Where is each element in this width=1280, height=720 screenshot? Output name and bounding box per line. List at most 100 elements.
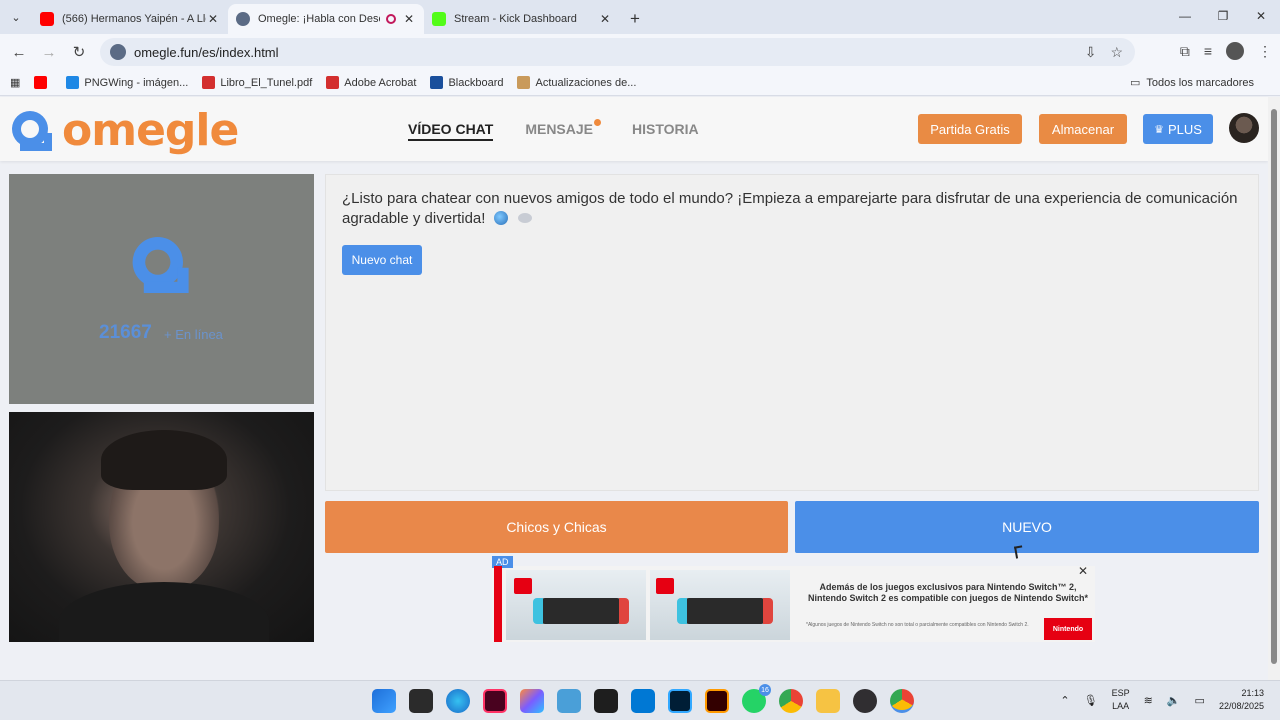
whatsapp-icon[interactable]: 16 bbox=[742, 684, 771, 713]
notification-dot bbox=[594, 119, 601, 126]
install-icon[interactable]: ⇩ bbox=[1085, 44, 1097, 61]
star-icon[interactable]: ☆ bbox=[1110, 44, 1123, 61]
close-icon[interactable]: ✕ bbox=[206, 12, 220, 26]
bookmark-label: Actualizaciones de... bbox=[535, 76, 637, 89]
omegle-logo[interactable]: omegle bbox=[8, 105, 239, 156]
site-info-icon[interactable] bbox=[110, 44, 126, 60]
all-bookmarks[interactable]: ▭ Todos los marcadores bbox=[1129, 76, 1254, 90]
globe-emoji-icon bbox=[493, 211, 508, 225]
bookmark-label: Libro_El_Tunel.pdf bbox=[220, 76, 313, 89]
bookmark-youtube[interactable] bbox=[34, 76, 52, 89]
main-nav: VÍDEO CHAT MENSAJE HISTORIA bbox=[408, 119, 699, 141]
omegle-logo-icon bbox=[12, 110, 52, 151]
task-view-icon[interactable] bbox=[409, 689, 433, 713]
acrobat-icon bbox=[326, 76, 340, 89]
nintendo-logo: Nintendo bbox=[1044, 618, 1092, 640]
bookmark-item[interactable]: Actualizaciones de... bbox=[517, 76, 636, 89]
microphone-icon[interactable]: 🎙 bbox=[1084, 694, 1098, 707]
pngwing-icon bbox=[66, 76, 80, 89]
switch-badge-icon bbox=[514, 578, 532, 594]
tab-omegle[interactable]: Omegle: ¡Habla con Descor ✕ bbox=[228, 4, 424, 34]
next-button[interactable]: NUEVO bbox=[795, 501, 1259, 553]
clock[interactable]: 21:13 22/08/2025 bbox=[1219, 687, 1264, 713]
ad-fineprint: *Algunos juegos de Nintendo Switch no so… bbox=[806, 622, 1029, 628]
restore-icon[interactable]: ❐ bbox=[1204, 0, 1242, 32]
wifi-icon[interactable]: ≋ bbox=[1144, 694, 1153, 707]
photoshop-icon[interactable] bbox=[668, 689, 692, 713]
figma-icon[interactable] bbox=[594, 689, 618, 713]
nav-message[interactable]: MENSAJE bbox=[525, 119, 601, 141]
free-game-button[interactable]: Partida Gratis bbox=[918, 114, 1022, 144]
obs-icon[interactable] bbox=[853, 689, 877, 713]
tab-title: Omegle: ¡Habla con Descor bbox=[258, 13, 380, 25]
close-icon[interactable]: ✕ bbox=[598, 12, 612, 26]
speech-bubble-icon bbox=[517, 213, 532, 223]
tab-youtube[interactable]: (566) Hermanos Yaipén - A Llor ✕ bbox=[32, 4, 228, 34]
gender-filter-button[interactable]: Chicos y Chicas bbox=[325, 501, 788, 553]
intro-text: ¿Listo para chatear con nuevos amigos de… bbox=[342, 190, 1238, 227]
taskbar: 16 ⌃ 🎙 ESP LAA ≋ 🔈 ▭ 21:13 22/08/2025 bbox=[0, 680, 1280, 720]
volume-icon[interactable]: 🔈 bbox=[1167, 694, 1181, 707]
back-icon[interactable]: ← bbox=[4, 44, 34, 61]
new-chat-button[interactable]: Nuevo chat bbox=[342, 245, 422, 275]
nav-history[interactable]: HISTORIA bbox=[632, 121, 699, 141]
folder-icon: ▭ bbox=[1129, 77, 1141, 89]
reload-icon[interactable]: ↻ bbox=[64, 43, 94, 61]
address-bar[interactable]: omegle.fun/es/index.html ⇩ ☆ bbox=[100, 38, 1135, 66]
minimize-icon[interactable]: — bbox=[1166, 0, 1204, 32]
plus-button[interactable]: ♛ PLUS bbox=[1143, 114, 1213, 144]
tab-kick[interactable]: Stream - Kick Dashboard ✕ bbox=[424, 4, 620, 34]
edge-icon[interactable] bbox=[446, 689, 470, 713]
tab-search-button[interactable]: ⌄ bbox=[0, 0, 32, 34]
nav-video-chat[interactable]: VÍDEO CHAT bbox=[408, 121, 494, 141]
media-icon[interactable]: ≡ bbox=[1204, 43, 1212, 59]
chrome-profile-icon[interactable] bbox=[890, 689, 914, 713]
youtube-icon bbox=[40, 12, 54, 26]
forward-icon[interactable]: → bbox=[34, 44, 64, 61]
battery-icon[interactable]: ▭ bbox=[1195, 694, 1205, 707]
lang-code: ESP bbox=[1111, 688, 1130, 698]
omegle-placeholder-icon bbox=[132, 237, 189, 293]
chat-log: ¿Listo para chatear con nuevos amigos de… bbox=[325, 174, 1259, 491]
chrome-icon[interactable] bbox=[779, 689, 803, 713]
input-language[interactable]: ESP LAA bbox=[1112, 687, 1130, 713]
bookmark-item[interactable]: PNGWing - imágen... bbox=[66, 76, 188, 89]
blackboard-icon bbox=[430, 76, 444, 89]
logo-text: omegle bbox=[62, 105, 239, 156]
pdf-icon bbox=[202, 76, 216, 89]
ad-image-2 bbox=[650, 570, 790, 640]
switch-badge-icon bbox=[656, 578, 674, 594]
page-scrollbar[interactable] bbox=[1268, 97, 1280, 680]
globe-icon bbox=[236, 12, 250, 26]
user-avatar[interactable] bbox=[1229, 113, 1259, 143]
illustrator-icon[interactable] bbox=[705, 689, 729, 713]
indesign-icon[interactable] bbox=[483, 689, 507, 713]
new-tab-button[interactable]: + bbox=[620, 4, 650, 34]
file-explorer-icon[interactable] bbox=[816, 689, 840, 713]
close-window-icon[interactable]: ✕ bbox=[1242, 0, 1280, 32]
menu-icon[interactable]: ⋮ bbox=[1258, 43, 1272, 60]
all-bookmarks-label: Todos los marcadores bbox=[1146, 76, 1254, 89]
close-icon[interactable]: ✕ bbox=[402, 12, 416, 26]
profile-avatar[interactable] bbox=[1226, 42, 1244, 60]
windows-start-icon[interactable] bbox=[372, 689, 396, 713]
tab-strip: ⌄ (566) Hermanos Yaipén - A Llor ✕ Omegl… bbox=[0, 0, 1280, 34]
bookmark-item[interactable]: Adobe Acrobat bbox=[326, 76, 416, 89]
intro-message: ¿Listo para chatear con nuevos amigos de… bbox=[342, 189, 1242, 229]
store-button[interactable]: Almacenar bbox=[1039, 114, 1127, 144]
browser-toolbar: ← → ↻ omegle.fun/es/index.html ⇩ ☆ ⧉ ≡ ⋮ bbox=[0, 34, 1280, 70]
apps-icon[interactable]: ▦ bbox=[10, 76, 20, 89]
webcam-body bbox=[59, 582, 269, 642]
ad-banner[interactable]: AD Además de los juegos exclusivos para … bbox=[492, 556, 1095, 642]
vscode-icon[interactable] bbox=[631, 689, 655, 713]
bookmark-item[interactable]: Libro_El_Tunel.pdf bbox=[202, 76, 312, 89]
chevron-up-icon[interactable]: ⌃ bbox=[1060, 694, 1069, 707]
bookmark-item[interactable]: Blackboard bbox=[430, 76, 503, 89]
screenshot-icon[interactable] bbox=[557, 689, 581, 713]
kick-icon bbox=[432, 12, 446, 26]
copilot-icon[interactable] bbox=[520, 689, 544, 713]
ad-red-bar bbox=[494, 566, 502, 642]
scrollbar-thumb[interactable] bbox=[1271, 109, 1277, 664]
ad-close-icon[interactable]: ✕ bbox=[1078, 564, 1088, 578]
extensions-icon[interactable]: ⧉ bbox=[1180, 43, 1190, 60]
